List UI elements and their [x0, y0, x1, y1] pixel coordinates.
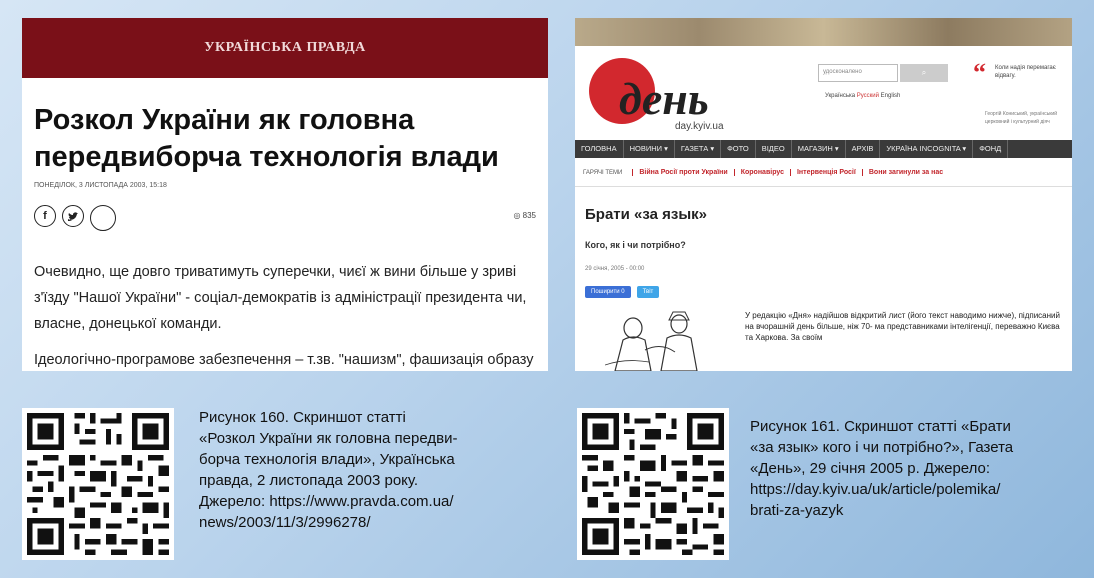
nav-item: ФОНД	[973, 140, 1009, 158]
views-count: ◎ 835	[513, 211, 536, 220]
qr-code	[22, 408, 174, 560]
share-buttons: Поширити 0 Твіт	[585, 286, 660, 298]
title-line: передвиборча технологія влади	[34, 141, 499, 173]
article-title: Розкол України як головна передвиборча т…	[34, 102, 534, 176]
screenshot-den: день day.kyiv.ua удосконалено ⌕ Українсь…	[575, 18, 1072, 371]
caption-line: «за язык» кого і чи потрібно?», Газета	[750, 439, 1014, 456]
qr-code	[577, 408, 729, 560]
views-value: 835	[522, 211, 536, 220]
search-icon: ⌕	[900, 64, 948, 82]
caption-line: «День», 29 січня 2005 р. Джерело:	[750, 460, 991, 477]
nav-item: ГОЛОВНА	[575, 140, 624, 158]
lang-ru: Русский	[856, 93, 879, 99]
article-illustration	[605, 311, 698, 371]
caption-line: https://day.kyiv.ua/uk/article/polemika/	[750, 481, 1001, 498]
nav-item: ВІДЕО	[756, 140, 792, 158]
header-banner	[575, 18, 1072, 46]
article-date: ПОНЕДІЛОК, 3 ЛИСТОПАДА 2003, 15:18	[34, 182, 167, 189]
caption-line: Рисунок 161. Скриншот статті «Брати	[750, 418, 1011, 435]
hot-topics-label: ГАРЯЧІ ТЕМИ	[583, 169, 623, 176]
nav-item: ФОТО	[721, 140, 756, 158]
figure-caption: Рисунок 161. Скриншот статті «Брати «за …	[750, 416, 1090, 521]
hot-topics: ГАРЯЧІ ТЕМИ Війна Росії проти України Ко…	[583, 169, 949, 176]
title-line: Розкол України як головна	[34, 104, 415, 136]
article-subtitle: Кого, як і чи потрібно?	[585, 240, 686, 250]
hot-topic: Інтервенція Росії	[789, 169, 862, 176]
nav-item: АРХІВ	[846, 140, 881, 158]
article-paragraph: Ідеологічно-програмове забезпечення – т.…	[34, 352, 534, 368]
search-input: удосконалено	[818, 64, 898, 82]
screenshot-ukrainska-pravda: УКРАЇНСЬКА ПРАВДА Розкол України як голо…	[22, 18, 548, 371]
nav-item: НОВИНИ ▾	[624, 140, 675, 158]
paragraph-line: з'їзду "Нашої України" - соціал-демократ…	[34, 290, 527, 306]
nav-item: МАГАЗИН ▾	[792, 140, 846, 158]
quote-text: Коли надія перемагає відвагу.	[995, 65, 1056, 79]
tweet-button: Твіт	[636, 286, 660, 298]
comment-icon	[90, 205, 116, 231]
article-paragraph: Очевидно, ще довго триватимуть суперечки…	[34, 259, 544, 337]
nav-item: ГАЗЕТА ▾	[675, 140, 722, 158]
nav-item: УКРАЇНА INCOGNITA ▾	[880, 140, 974, 158]
hot-topic: Війна Росії проти України	[632, 169, 733, 176]
logo: день	[619, 73, 709, 124]
divider	[575, 186, 1072, 187]
lang-uk: Українська	[825, 93, 856, 99]
caption-line: Рисунок 160. Скриншот статті	[199, 409, 406, 426]
twitter-icon	[62, 205, 84, 227]
main-nav: ГОЛОВНА НОВИНИ ▾ ГАЗЕТА ▾ ФОТО ВІДЕО МАГ…	[575, 140, 1072, 158]
social-buttons: f	[34, 205, 116, 231]
paragraph-line: власне, донецької команди.	[34, 316, 222, 332]
figure-caption: Рисунок 160. Скриншот статті «Розкол Укр…	[199, 407, 539, 533]
article-title: Брати «за язык»	[585, 206, 707, 223]
caption-line: news/2003/11/3/2996278/	[199, 514, 371, 531]
article-date: 29 січня, 2005 - 00:00	[585, 266, 645, 272]
hot-topic: Вони загинули за нас	[861, 169, 949, 176]
site-header: УКРАЇНСЬКА ПРАВДА	[22, 18, 548, 78]
facebook-icon: f	[34, 205, 56, 227]
hot-topic: Коронавірус	[733, 169, 790, 176]
site-name: УКРАЇНСЬКА ПРАВДА	[204, 40, 366, 55]
quote-icon: “	[973, 58, 986, 87]
caption-line: Джерело: https://www.pravda.com.ua/	[199, 493, 454, 510]
caption-line: «Розкол України як головна передви-	[199, 430, 458, 447]
article-body: У редакцію «Дня» надійшов відкритий лист…	[745, 311, 1060, 342]
lang-en: English	[880, 93, 901, 99]
caption-line: борча технологія влади», Українська	[199, 451, 455, 468]
language-switcher: Українська Русский English	[825, 93, 900, 99]
caption-line: brati-za-yazyk	[750, 502, 844, 519]
caption-line: правда, 2 листопада 2003 року.	[199, 472, 419, 489]
eye-icon: ◎	[513, 211, 523, 220]
facebook-share-button: Поширити 0	[585, 286, 631, 298]
quote-source: Георгій Кониський, український церковний…	[985, 111, 1058, 125]
logo-url: day.kyiv.ua	[675, 121, 724, 132]
paragraph-line: Очевидно, ще довго триватимуть суперечки…	[34, 264, 517, 280]
